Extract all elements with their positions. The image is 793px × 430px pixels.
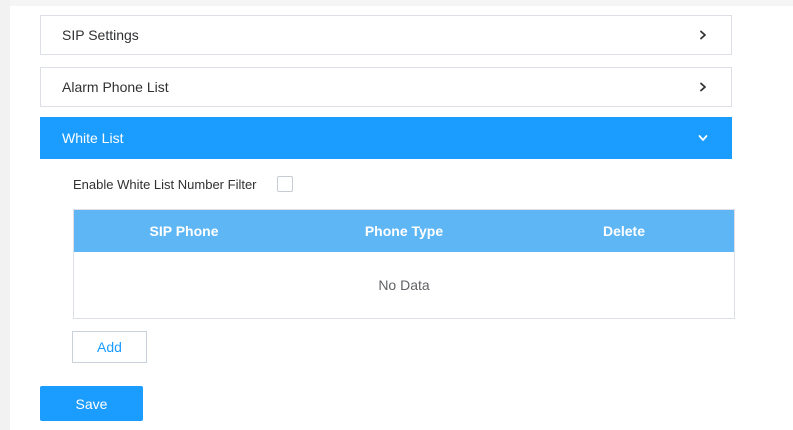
panel-alarm-phone-list[interactable]: Alarm Phone List: [40, 67, 732, 107]
add-button[interactable]: Add: [72, 331, 147, 363]
panel-sip-settings[interactable]: SIP Settings: [40, 15, 732, 55]
chevron-down-icon: [695, 130, 711, 146]
top-strip: [10, 0, 793, 6]
column-header-phone-type: Phone Type: [364, 223, 444, 239]
chevron-right-icon: [695, 27, 711, 43]
table-header: SIP Phone Phone Type Delete: [74, 210, 734, 252]
panel-title-alarm-phone-list: Alarm Phone List: [62, 79, 169, 95]
page: SIP Settings Alarm Phone List White List…: [0, 0, 793, 430]
white-list-filter-checkbox[interactable]: [276, 176, 293, 192]
column-header-sip-phone: SIP Phone: [149, 223, 219, 239]
panel-title-sip-settings: SIP Settings: [62, 27, 139, 43]
white-list-filter-label: Enable White List Number Filter: [73, 176, 257, 192]
white-list-filter-row: Enable White List Number Filter: [73, 174, 293, 194]
chevron-right-icon: [695, 79, 711, 95]
panel-white-list[interactable]: White List: [40, 117, 732, 159]
table-empty-text: No Data: [378, 277, 430, 293]
column-header-delete: Delete: [602, 223, 646, 239]
left-rail: [0, 0, 10, 430]
panel-title-white-list: White List: [62, 130, 124, 146]
white-list-table: SIP Phone Phone Type Delete No Data: [73, 209, 735, 319]
save-button[interactable]: Save: [40, 386, 143, 421]
table-body: No Data: [74, 252, 734, 318]
